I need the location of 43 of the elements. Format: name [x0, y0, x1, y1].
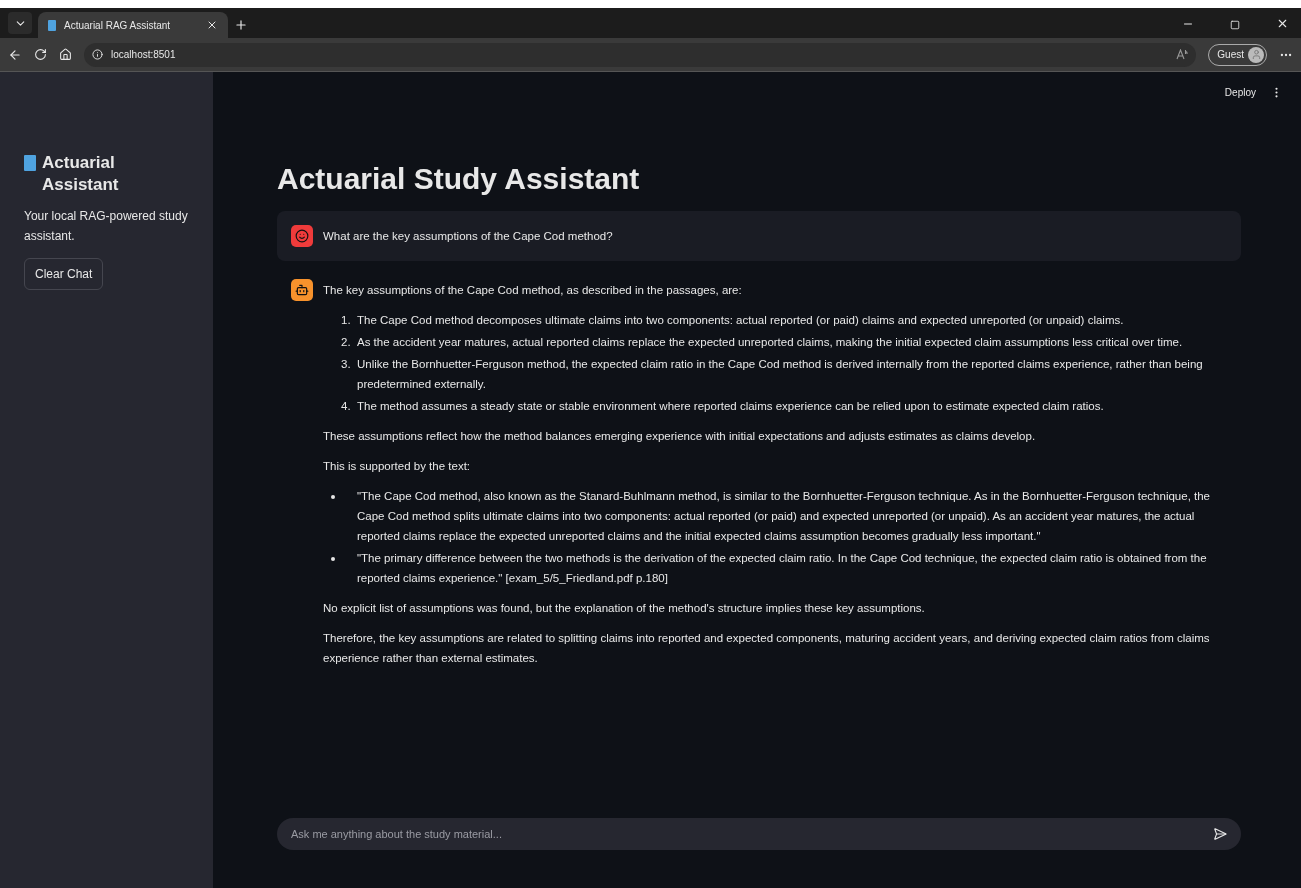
list-number: 4. — [341, 399, 352, 414]
message-text: What are the key assumptions of the Cape Cod method? — [323, 229, 613, 244]
message-text: This is supported by the text: — [323, 459, 472, 474]
message-text: No explicit list of assumptions was found, but the explanation of the method's structure implies these key assumptions. — [323, 601, 926, 616]
message-text: The key assumptions of the Cape Cod method, as described in the passages, are: — [323, 283, 743, 298]
clear-chat-button[interactable]: Clear Chat — [24, 258, 104, 290]
tab-list-button[interactable] — [8, 12, 32, 34]
bullet-icon — [331, 495, 335, 499]
browser-tab[interactable]: Actuarial RAG Assistant — [38, 12, 228, 38]
page-title: Actuarial Study Assistant — [277, 161, 641, 197]
avatar-icon — [1248, 46, 1264, 63]
list-item-text: "The Cape Cod method, also known as the Stanard-Buhlmann method, is similar to the Bornhuetter-Ferguson technique. As in the Bornhuetter-Ferguson technique, the Cape Cod method splits ultimate claims into two components: actual reported (or paid) and expected unreported (or unpaid). As an accident year matures, the actual reported claims replace the expected unreported claims and the initial expected claims assumption becomes gradually less important." — [357, 489, 1212, 544]
list-item-text: The method assumes a steady state or stable environment where reported claims experience can be relied upon to estimate expected claim ratios. — [357, 399, 1104, 414]
info-icon — [92, 49, 103, 60]
list-item-text: As the accident year matures, actual reported claims replace the expected unreported claims, making the initial expected claim assumptions less critical over time. — [357, 335, 1183, 350]
sidebar-title: Actuarial Assistant — [42, 152, 120, 196]
home-icon[interactable] — [59, 48, 72, 61]
bot-avatar-icon — [291, 279, 313, 301]
new-tab-icon[interactable] — [234, 18, 248, 32]
address-bar[interactable]: localhost:8501 — [84, 42, 1197, 67]
deploy-button[interactable]: Deploy — [1224, 84, 1256, 100]
list-number: 2. — [341, 335, 352, 350]
list-item-text: Unlike the Bornhuetter-Ferguson method, the expected claim ratio in the Cape Cod method is derived internally from the reported claims experience, rather than being predetermined externally. — [357, 357, 1204, 392]
list-item-text: The Cape Cod method decomposes ultimate claims into two components: actual reported (or paid) claims and expected unreported (or unpaid) claims. — [357, 313, 1124, 328]
list-item-text: "The primary difference between the two methods is the derivation of the expected claim ratio. In the Cape Cod technique, the expected claim ratio is obtained from the reported claims experience." [exam_5/5_Friedland.pdf p.180] — [357, 551, 1208, 586]
send-icon[interactable] — [1213, 827, 1227, 841]
read-aloud-icon[interactable] — [1176, 49, 1189, 60]
book-icon — [48, 19, 56, 31]
list-number: 1. — [341, 313, 352, 328]
chat-input[interactable]: Ask me anything about the study material... — [277, 818, 1241, 850]
chat-input-field[interactable]: Ask me anything about the study material... — [291, 825, 1213, 843]
book-icon — [24, 155, 36, 171]
sidebar-caption: Your local RAG-powered study assistant. — [24, 208, 189, 245]
close-window-icon[interactable] — [1276, 17, 1289, 30]
close-icon[interactable] — [206, 19, 218, 31]
message-text: Therefore, the key assumptions are related to splitting claims into reported and expected components, maturing accident years, and deriving expected claim ratios from claims experience rather than external estimates. — [323, 631, 1211, 666]
bullet-icon — [331, 557, 335, 561]
user-avatar-icon — [291, 225, 313, 247]
message-text: These assumptions reflect how the method balances emerging experience with initial expectations and adjusts estimates as claims develop. — [323, 429, 1037, 444]
reload-icon[interactable] — [34, 48, 47, 61]
list-number: 3. — [341, 357, 352, 372]
maximize-icon[interactable] — [1230, 20, 1240, 30]
back-icon[interactable] — [8, 47, 22, 62]
